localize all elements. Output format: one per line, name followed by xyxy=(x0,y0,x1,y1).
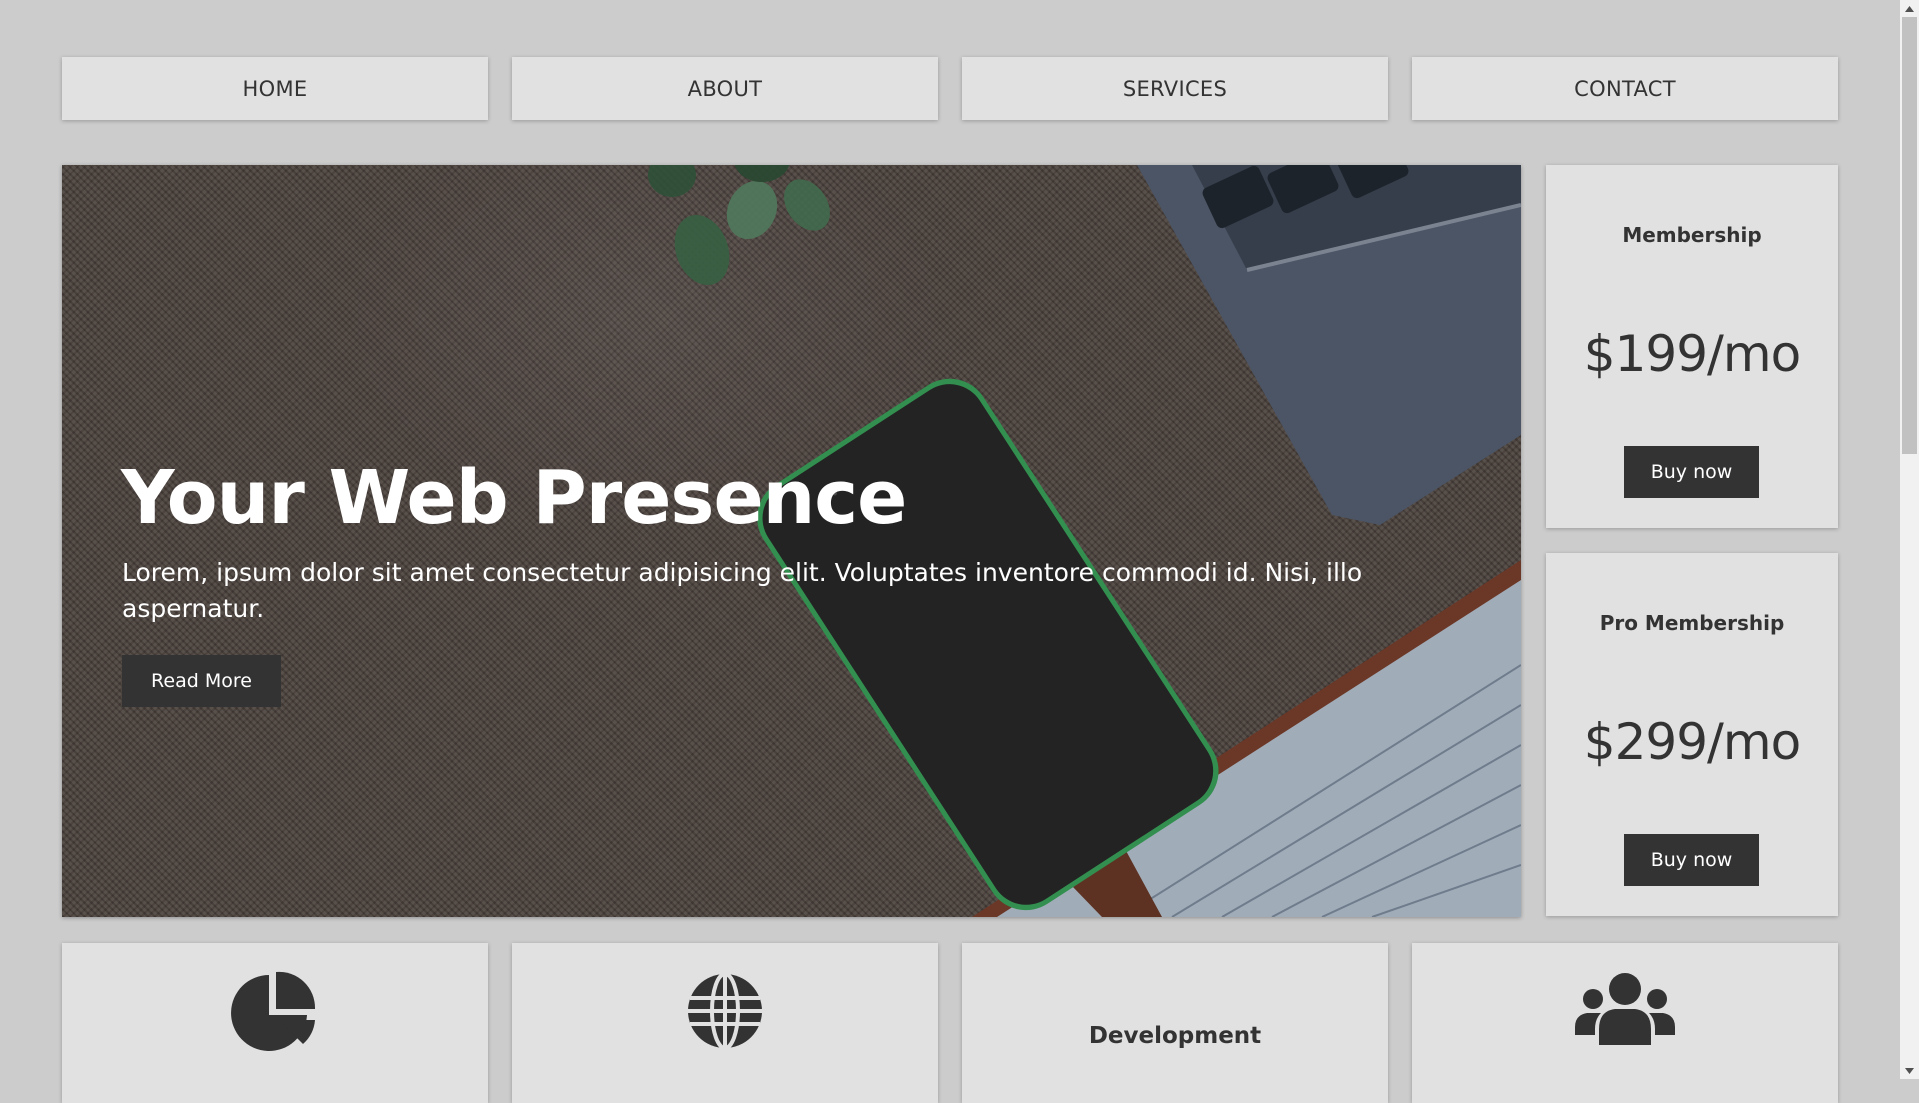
pie-chart-icon xyxy=(231,971,316,1051)
nav-item-services[interactable]: SERVICES xyxy=(962,57,1388,120)
vertical-scrollbar[interactable] xyxy=(1900,0,1919,1079)
scrollbar-thumb[interactable] xyxy=(1902,17,1917,454)
read-more-button[interactable]: Read More xyxy=(122,655,281,707)
membership-title: Membership xyxy=(1622,223,1762,247)
feature-card-development: Development xyxy=(962,943,1388,1103)
hero-overlay xyxy=(62,165,1521,917)
feature-card-web xyxy=(512,943,938,1103)
development-title: Development xyxy=(1088,1023,1262,1049)
nav-item-contact[interactable]: CONTACT xyxy=(1412,57,1838,120)
top-nav: HOME ABOUT SERVICES CONTACT xyxy=(62,57,1838,120)
hero-banner: Your Web Presence Lorem, ipsum dolor sit… xyxy=(62,165,1521,917)
membership-price: $199/mo xyxy=(1583,325,1801,383)
pro-membership-buy-button[interactable]: Buy now xyxy=(1624,834,1759,886)
hero-title: Your Web Presence xyxy=(121,455,907,541)
pro-membership-card: Pro Membership $299/mo Buy now xyxy=(1546,553,1838,916)
membership-card: Membership $199/mo Buy now xyxy=(1546,165,1838,528)
hero-text: Lorem, ipsum dolor sit amet consectetur … xyxy=(122,558,1363,623)
nav-item-about[interactable]: ABOUT xyxy=(512,57,938,120)
pro-membership-price: $299/mo xyxy=(1583,713,1801,771)
globe-icon xyxy=(688,972,762,1050)
scroll-down-arrow-icon[interactable] xyxy=(1900,1062,1919,1079)
feature-card-team xyxy=(1412,943,1838,1103)
pro-membership-title: Pro Membership xyxy=(1599,611,1785,635)
feature-card-analytics xyxy=(62,943,488,1103)
feature-row: Development xyxy=(62,943,1838,1103)
membership-buy-button[interactable]: Buy now xyxy=(1624,446,1759,498)
page: HOME ABOUT SERVICES CONTACT Your Web Pre… xyxy=(0,0,1900,1103)
users-icon xyxy=(1575,973,1675,1045)
scroll-up-arrow-icon[interactable] xyxy=(1900,0,1919,17)
nav-item-home[interactable]: HOME xyxy=(62,57,488,120)
